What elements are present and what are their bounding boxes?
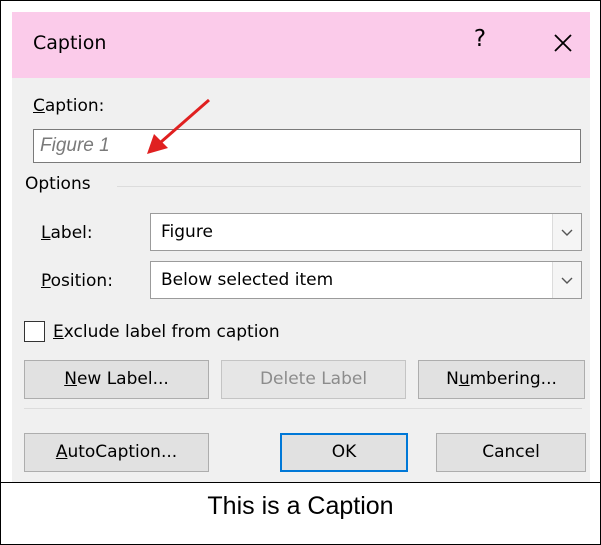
figure-divider	[0, 482, 601, 483]
annotation-arrow-icon	[147, 98, 210, 154]
figure-caption-text: This is a Caption	[207, 492, 394, 520]
figure-frame: Caption ? Caption: Figure 1 Options Labe…	[0, 0, 601, 545]
